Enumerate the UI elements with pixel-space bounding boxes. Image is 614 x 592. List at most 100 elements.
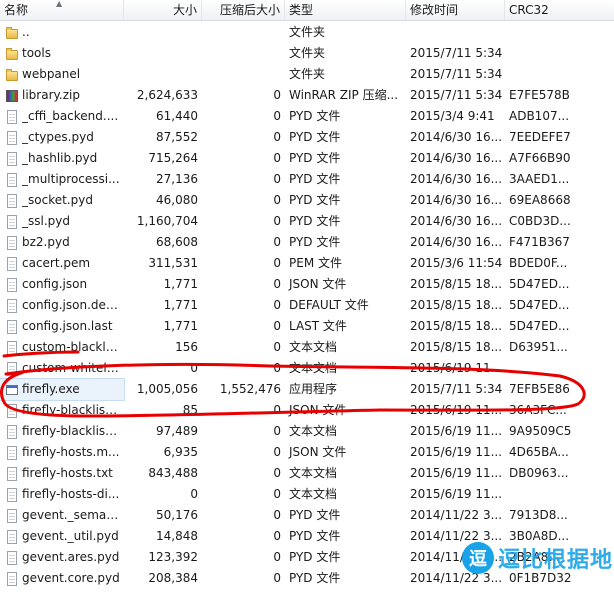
file-row[interactable]: webpanel 文件夹 2015/7/11 5:34 (0, 64, 614, 85)
file-name: config.json (22, 277, 88, 291)
file-size: 1,771 (163, 298, 198, 312)
file-name-cell[interactable]: _socket.pyd (0, 190, 124, 211)
file-crc (505, 22, 614, 43)
file-name-cell[interactable]: tools (0, 43, 124, 64)
folder-icon (5, 26, 19, 40)
file-name: webpanel (22, 67, 81, 81)
file-name-cell[interactable]: cacert.pem (0, 253, 124, 274)
file-packed-size (202, 22, 285, 43)
file-row[interactable]: config.json 1,771 0 JSON 文件 2015/8/15 18... 5… (0, 274, 614, 295)
file-type: WinRAR ZIP 压缩... (289, 88, 399, 102)
file-row[interactable]: .. 文件夹 (0, 22, 614, 43)
file-modified: 2015/8/15 18... (410, 319, 503, 333)
file-name-cell[interactable]: _cffi_backend.... (0, 106, 124, 127)
file-type: PYD 文件 (289, 529, 341, 543)
file-packed-size: 1,552,476 (219, 382, 281, 396)
file-packed-size (202, 64, 285, 85)
file-row[interactable]: _hashlib.pyd 715,264 0 PYD 文件 2014/6/30 16..… (0, 148, 614, 169)
file-name-cell[interactable]: gevent.core.pyd (0, 568, 124, 589)
file-name: gevent.ares.pyd (22, 550, 120, 564)
file-name-cell[interactable]: firefly-hosts.txt (0, 463, 124, 484)
file-modified (406, 22, 505, 43)
file-size: 14,848 (156, 529, 198, 543)
file-row[interactable]: _ctypes.pyd 87,552 0 PYD 文件 2014/6/30 16... 7… (0, 127, 614, 148)
file-name-cell[interactable]: _ctypes.pyd (0, 127, 124, 148)
file-size: 843,488 (148, 466, 198, 480)
exe-icon (5, 383, 19, 397)
column-header-crc[interactable]: CRC32 (505, 0, 614, 20)
column-header-type[interactable]: 类型 (285, 0, 406, 20)
file-row[interactable]: tools 文件夹 2015/7/11 5:34 (0, 43, 614, 64)
file-name-cell[interactable]: .. (0, 22, 124, 43)
file-name-cell[interactable]: bz2.pyd (0, 232, 124, 253)
file-row[interactable]: custom-blackli... 156 0 文本文档 2015/8/15 18...… (0, 337, 614, 358)
file-name: gevent.core.pyd (22, 571, 120, 585)
file-name-cell[interactable]: gevent._semap... (0, 505, 124, 526)
file-packed-size: 0 (273, 151, 281, 165)
file-name: custom-whiteli... (22, 361, 120, 375)
file-row[interactable]: bz2.pyd 68,608 0 PYD 文件 2014/6/30 16... F471B… (0, 232, 614, 253)
file-crc: F471B367 (509, 235, 570, 249)
column-header-name[interactable]: 名称 ▲ (0, 0, 124, 20)
file-row[interactable]: cacert.pem 311,531 0 PEM 文件 2015/3/6 11:54 BD… (0, 253, 614, 274)
file-icon (5, 319, 19, 334)
file-name-cell[interactable]: custom-blackli... (0, 337, 124, 358)
column-header-size-label: 大小 (172, 3, 197, 17)
file-row[interactable]: firefly.exe 1,005,056 1,552,476 应用程序 2015/7/… (0, 378, 614, 401)
file-row[interactable]: custom-whiteli... 0 0 文本文档 2015/6/19 11... (0, 358, 614, 379)
file-crc: 5D47ED... (509, 298, 570, 312)
file-name-cell[interactable]: webpanel (0, 64, 124, 85)
file-row[interactable]: firefly-hosts.m... 6,935 0 JSON 文件 2015/6/19… (0, 442, 614, 463)
column-header-modified[interactable]: 修改时间 (406, 0, 505, 20)
file-name-cell[interactable]: custom-whiteli... (0, 358, 124, 379)
column-header-packed-size[interactable]: 压缩后大小 (202, 0, 285, 20)
file-crc: D63951... (509, 340, 568, 354)
column-header-packed-label: 压缩后大小 (219, 3, 280, 17)
file-type: 文件夹 (289, 67, 326, 81)
file-modified: 2015/7/11 5:34 (410, 67, 503, 81)
file-row[interactable]: _ssl.pyd 1,160,704 0 PYD 文件 2014/6/30 16... C… (0, 211, 614, 232)
file-name-cell[interactable]: _ssl.pyd (0, 211, 124, 232)
file-name-cell[interactable]: firefly-blacklist... (0, 421, 124, 442)
file-packed-size: 0 (273, 361, 281, 375)
file-row[interactable]: config.json.def... 1,771 0 DEFAULT 文件 2015/8… (0, 295, 614, 316)
file-crc: 7913D8... (509, 508, 568, 522)
file-row[interactable]: _multiprocessi... 27,136 0 PYD 文件 2014/6/30 … (0, 169, 614, 190)
file-name-cell[interactable]: config.json.def... (0, 295, 124, 316)
file-type: 应用程序 (289, 382, 338, 396)
file-name: _socket.pyd (22, 193, 93, 207)
file-size: 208,384 (148, 571, 198, 585)
column-header-size[interactable]: 大小 (124, 0, 202, 20)
file-name: .. (22, 25, 30, 39)
file-crc (505, 484, 614, 505)
file-name-cell[interactable]: firefly.exe (0, 378, 125, 401)
file-row[interactable]: firefly-hosts-di... 0 0 文本文档 2015/6/19 11... (0, 484, 614, 505)
file-name-cell[interactable]: gevent.ares.pyd (0, 547, 124, 568)
file-name-cell[interactable]: gevent._util.pyd (0, 526, 124, 547)
file-name-cell[interactable]: firefly-blacklist... (0, 400, 124, 421)
file-name: library.zip (22, 88, 80, 102)
file-name-cell[interactable]: _multiprocessi... (0, 169, 124, 190)
file-row[interactable]: config.json.last 1,771 0 LAST 文件 2015/8/15 1… (0, 316, 614, 337)
file-name-cell[interactable]: library.zip (0, 85, 124, 106)
file-name: gevent._util.pyd (22, 529, 119, 543)
file-type: JSON 文件 (289, 277, 347, 291)
file-type: PYD 文件 (289, 550, 341, 564)
file-row[interactable]: _socket.pyd 46,080 0 PYD 文件 2014/6/30 16... 6… (0, 190, 614, 211)
file-name-cell[interactable]: firefly-hosts-di... (0, 484, 124, 505)
file-crc (505, 358, 614, 379)
file-name-cell[interactable]: config.json (0, 274, 124, 295)
file-name-cell[interactable]: config.json.last (0, 316, 124, 337)
file-type: PEM 文件 (289, 256, 342, 270)
file-row[interactable]: library.zip 2,624,633 0 WinRAR ZIP 压缩... 201… (0, 85, 614, 106)
file-icon (5, 550, 19, 565)
file-modified: 2015/6/19 11... (410, 445, 503, 459)
file-row[interactable]: firefly-blacklist... 97,489 0 文本文档 2015/6/19… (0, 421, 614, 442)
file-row[interactable]: gevent._semap... 50,176 0 PYD 文件 2014/11/22 … (0, 505, 614, 526)
file-name-cell[interactable]: _hashlib.pyd (0, 148, 124, 169)
file-row[interactable]: _cffi_backend.... 61,440 0 PYD 文件 2015/3/4 9… (0, 106, 614, 127)
file-icon (5, 508, 19, 523)
file-row[interactable]: firefly-hosts.txt 843,488 0 文本文档 2015/6/19 1… (0, 463, 614, 484)
file-name-cell[interactable]: firefly-hosts.m... (0, 442, 124, 463)
file-row[interactable]: firefly-blacklist... 85 0 JSON 文件 2015/6/19 … (0, 400, 614, 421)
